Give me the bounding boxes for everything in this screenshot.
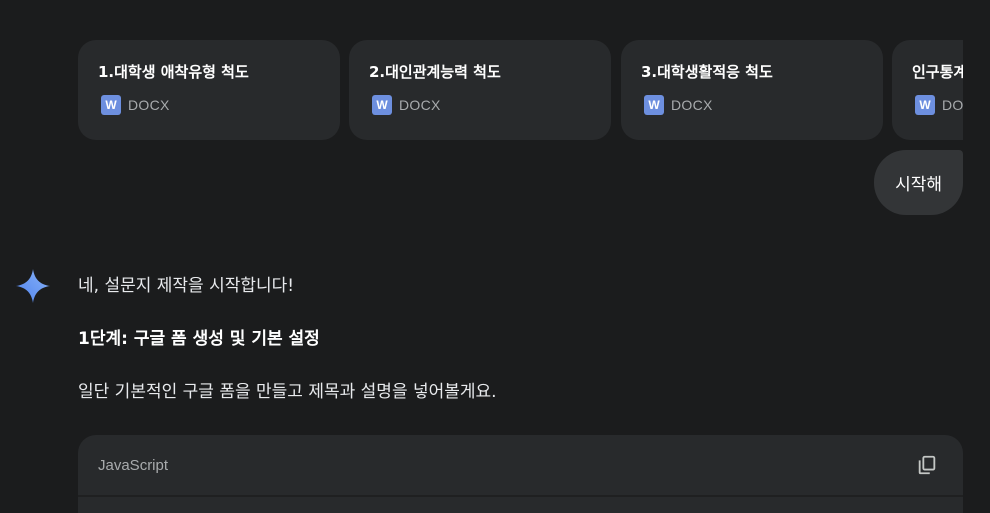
response-intro: 네, 설문지 제작을 시작합니다! (78, 276, 295, 296)
attachment-type: DOCX (128, 97, 170, 113)
attachment-meta: W DOCX (101, 95, 340, 115)
attachment-type: DOCX (671, 97, 713, 113)
response-heading: 1단계: 구글 폼 생성 및 기본 설정 (78, 329, 320, 349)
response-paragraph: 일단 기본적인 구글 폼을 만들고 제목과 설명을 넣어볼게요. (78, 382, 497, 402)
code-block-header: JavaScript (78, 435, 963, 497)
attachment-card[interactable]: 1.대학생 애착유형 척도 W DOCX (78, 40, 340, 140)
attachment-meta: W DOCX (644, 95, 883, 115)
chat-view: 1.대학생 애착유형 척도 W DOCX 2.대인관계능력 척도 W DOCX … (0, 0, 990, 513)
attachment-name: 2.대인관계능력 척도 (369, 63, 501, 81)
word-doc-icon: W (644, 95, 664, 115)
attachment-meta: W DOCX (372, 95, 611, 115)
attachment-card[interactable]: 2.대인관계능력 척도 W DOCX (349, 40, 611, 140)
attachment-card[interactable]: 3.대학생활적응 척도 W DOCX (621, 40, 883, 140)
attachment-name: 1.대학생 애착유형 척도 (98, 63, 249, 81)
code-block: JavaScript (78, 435, 963, 513)
word-doc-icon: W (915, 95, 935, 115)
attachment-strip[interactable]: 1.대학생 애착유형 척도 W DOCX 2.대인관계능력 척도 W DOCX … (78, 40, 963, 140)
attachment-meta: W DOCX (915, 95, 963, 115)
word-doc-icon: W (372, 95, 392, 115)
word-doc-icon: W (101, 95, 121, 115)
copy-code-button[interactable] (915, 453, 939, 477)
gemini-sparkle-icon (16, 269, 50, 303)
copy-icon (918, 455, 936, 475)
attachment-type: DOCX (942, 97, 963, 113)
attachment-card[interactable]: 인구통계 W DOCX (892, 40, 963, 140)
user-message-bubble: 시작해 (874, 150, 963, 215)
user-message-text: 시작해 (895, 175, 942, 195)
assistant-response: 네, 설문지 제작을 시작합니다! 1단계: 구글 폼 생성 및 기본 설정 일… (78, 270, 963, 408)
attachment-name: 인구통계 (912, 63, 963, 81)
code-language-label: JavaScript (98, 456, 169, 474)
attachment-name: 3.대학생활적응 척도 (641, 63, 773, 81)
attachment-type: DOCX (399, 97, 441, 113)
